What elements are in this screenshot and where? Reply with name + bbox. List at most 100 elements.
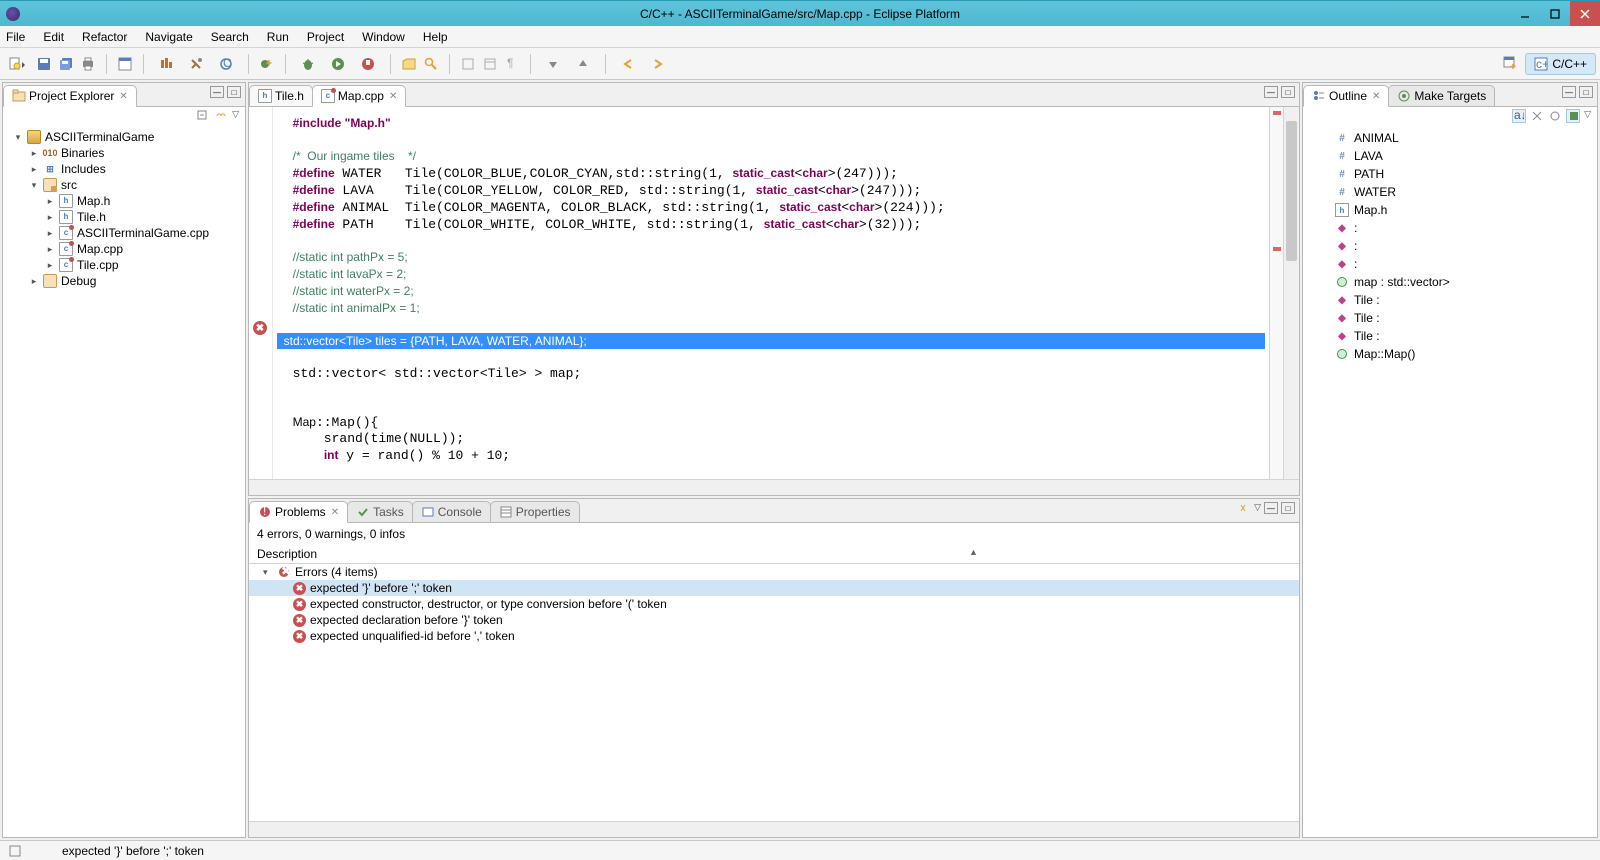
tab-make-targets[interactable]: Make Targets <box>1388 85 1495 106</box>
tree-node[interactable]: ▸cMap.cpp <box>7 241 241 257</box>
maximize-view-button[interactable]: □ <box>227 86 241 98</box>
outline-item[interactable]: #ANIMAL <box>1307 129 1593 147</box>
outline-item[interactable]: hMap.h <box>1307 201 1593 219</box>
toggle-mark-button[interactable] <box>458 54 478 74</box>
build-button[interactable] <box>152 54 180 74</box>
tab-properties[interactable]: Properties <box>490 501 580 522</box>
back-button[interactable] <box>614 54 642 74</box>
tab-tasks[interactable]: Tasks <box>347 501 413 522</box>
outline-item[interactable]: ◆: <box>1307 255 1593 273</box>
prev-annotation-button[interactable] <box>569 54 597 74</box>
print-button[interactable] <box>78 54 98 74</box>
problem-row[interactable]: ✖expected declaration before '}' token <box>249 612 1299 628</box>
collapse-all-icon[interactable] <box>196 109 210 123</box>
maximize-view-button[interactable]: □ <box>1579 86 1593 98</box>
open-perspective-button[interactable] <box>1501 54 1521 74</box>
tree-node[interactable]: ▸cTile.cpp <box>7 257 241 273</box>
hide-nonpublic-icon[interactable] <box>1566 109 1580 123</box>
outline-item[interactable]: #PATH <box>1307 165 1593 183</box>
tab-outline[interactable]: Outline ✕ <box>1303 85 1389 107</box>
outline-item[interactable]: #LAVA <box>1307 147 1593 165</box>
minimize-button[interactable] <box>1510 1 1540 26</box>
outline-tree[interactable]: #ANIMAL#LAVA#PATH#WATERhMap.h◆:◆:◆:map :… <box>1303 125 1597 367</box>
hide-static-icon[interactable] <box>1548 109 1562 123</box>
menu-help[interactable]: Help <box>421 28 450 46</box>
open-type-button[interactable] <box>399 54 419 74</box>
editor-tab[interactable]: hTile.h <box>249 85 313 106</box>
tree-node[interactable]: ▸⊞Includes <box>7 161 241 177</box>
new-class-button[interactable] <box>257 54 277 74</box>
tree-node[interactable]: ▾ASCIITerminalGame <box>7 129 241 145</box>
outline-item[interactable]: ◆: <box>1307 219 1593 237</box>
outline-item[interactable]: ◆Tile : <box>1307 291 1593 309</box>
error-group[interactable]: ▾ ✖ Errors (4 items) <box>249 564 1299 580</box>
sort-icon[interactable]: a↓z <box>1512 109 1526 123</box>
run-button[interactable] <box>324 54 352 74</box>
tab-problems[interactable]: ! Problems ✕ <box>249 501 348 523</box>
minimize-view-button[interactable]: — <box>210 86 224 98</box>
open-element-button[interactable]: C <box>212 54 240 74</box>
menu-navigate[interactable]: Navigate <box>143 28 194 46</box>
menu-project[interactable]: Project <box>305 28 346 46</box>
outline-item[interactable]: map : std::vector> <box>1307 273 1593 291</box>
perspective-cpp[interactable]: c+ C/C++ <box>1525 53 1596 75</box>
link-editor-icon[interactable] <box>214 109 228 123</box>
tree-node[interactable]: ▸010Binaries <box>7 145 241 161</box>
view-menu-icon[interactable]: ▽ <box>1584 109 1591 123</box>
problem-row[interactable]: ✖expected '}' before ';' token <box>249 580 1299 596</box>
tab-console[interactable]: Console <box>412 501 491 522</box>
maximize-button[interactable] <box>1540 1 1570 26</box>
outline-item[interactable]: ◆Tile : <box>1307 309 1593 327</box>
outline-item[interactable]: ◆Tile : <box>1307 327 1593 345</box>
tree-node[interactable]: ▾src <box>7 177 241 193</box>
menu-search[interactable]: Search <box>209 28 251 46</box>
menu-edit[interactable]: Edit <box>41 28 66 46</box>
menu-file[interactable]: File <box>4 28 27 46</box>
build-config-button[interactable] <box>182 54 210 74</box>
switch-editor-button[interactable] <box>115 54 135 74</box>
forward-button[interactable] <box>644 54 672 74</box>
tree-node[interactable]: ▸hMap.h <box>7 193 241 209</box>
error-marker-icon[interactable]: ✖ <box>253 321 267 335</box>
close-icon[interactable]: ✕ <box>117 91 127 102</box>
show-whitespace-button[interactable]: ¶ <box>502 54 522 74</box>
problem-row[interactable]: ✖expected constructor, destructor, or ty… <box>249 596 1299 612</box>
view-menu-icon[interactable]: ▽ <box>1254 502 1261 516</box>
outline-item[interactable]: Map::Map() <box>1307 345 1593 363</box>
editor-tab[interactable]: cMap.cpp✕ <box>312 85 406 107</box>
debug-button[interactable] <box>294 54 322 74</box>
maximize-editor-button[interactable]: □ <box>1281 86 1295 98</box>
editor-hscrollbar[interactable] <box>249 479 1299 495</box>
menu-run[interactable]: Run <box>265 28 291 46</box>
outline-item[interactable]: #WATER <box>1307 183 1593 201</box>
outline-item[interactable]: ◆: <box>1307 237 1593 255</box>
close-icon[interactable]: ✕ <box>1370 91 1380 102</box>
menu-refactor[interactable]: Refactor <box>80 28 129 46</box>
menu-window[interactable]: Window <box>360 28 407 46</box>
next-annotation-button[interactable] <box>539 54 567 74</box>
problems-hscrollbar[interactable] <box>249 821 1299 837</box>
project-tree[interactable]: ▾ASCIITerminalGame▸010Binaries▸⊞Includes… <box>3 125 245 837</box>
tab-project-explorer[interactable]: Project Explorer ✕ <box>3 85 137 107</box>
search-button[interactable] <box>421 54 441 74</box>
overview-ruler[interactable] <box>1269 107 1283 479</box>
editor-vscrollbar[interactable] <box>1283 107 1299 479</box>
minimize-view-button[interactable]: — <box>1264 502 1278 514</box>
close-icon[interactable]: ✕ <box>387 91 397 102</box>
minimize-editor-button[interactable]: — <box>1264 86 1278 98</box>
external-tools-button[interactable] <box>354 54 382 74</box>
new-button[interactable] <box>4 54 32 74</box>
save-button[interactable] <box>34 54 54 74</box>
minimize-view-button[interactable]: — <box>1562 86 1576 98</box>
close-button[interactable] <box>1570 1 1600 26</box>
tree-node[interactable]: ▸Debug <box>7 273 241 289</box>
tree-node[interactable]: ▸cASCIITerminalGame.cpp <box>7 225 241 241</box>
tree-node[interactable]: ▸hTile.h <box>7 209 241 225</box>
code-editor[interactable]: #include "Map.h" /* Our ingame tiles */ … <box>273 107 1269 479</box>
problems-filter-icon[interactable] <box>1237 502 1251 516</box>
maximize-view-button[interactable]: □ <box>1281 502 1295 514</box>
close-icon[interactable]: ✕ <box>329 507 339 518</box>
problems-header[interactable]: Description▲ <box>249 545 1299 564</box>
problem-row[interactable]: ✖expected unqualified-id before ',' toke… <box>249 628 1299 644</box>
hide-fields-icon[interactable] <box>1530 109 1544 123</box>
